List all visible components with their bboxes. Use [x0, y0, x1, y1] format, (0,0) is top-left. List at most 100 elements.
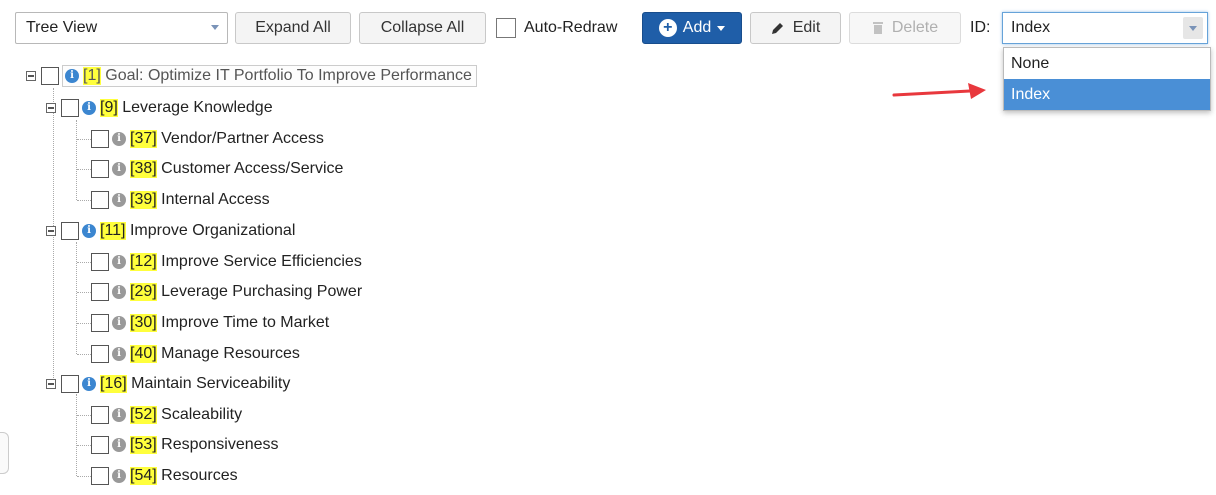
collapse-all-button[interactable]: Collapse All	[359, 12, 486, 44]
node-label: Scaleability	[161, 406, 243, 423]
node-label: Goal: Optimize IT Portfolio To Improve P…	[105, 67, 472, 84]
id-select-button[interactable]	[1183, 17, 1203, 39]
tree-node-leaf[interactable]: i [39] Internal Access	[91, 188, 270, 212]
info-icon[interactable]: i	[112, 255, 126, 269]
tree-node-root[interactable]: i [1] Goal: Optimize IT Portfolio To Imp…	[26, 64, 477, 88]
collapse-icon[interactable]	[46, 103, 56, 113]
tree-connector	[77, 445, 91, 446]
info-icon[interactable]: i	[112, 408, 126, 422]
delete-button[interactable]: Delete	[849, 12, 961, 44]
info-icon[interactable]: i	[112, 132, 126, 146]
node-checkbox[interactable]	[91, 436, 109, 454]
node-id: [11]	[100, 222, 126, 240]
info-icon[interactable]: i	[82, 377, 96, 391]
node-label: Improve Service Efficiencies	[161, 253, 362, 270]
caret-down-icon	[717, 25, 726, 31]
info-icon[interactable]: i	[112, 162, 126, 176]
pencil-icon	[771, 23, 783, 34]
collapse-icon[interactable]	[46, 379, 56, 389]
tree-node-leaf[interactable]: i [37] Vendor/Partner Access	[91, 127, 324, 151]
view-select-value: Tree View	[26, 19, 98, 36]
add-label: Add	[682, 19, 712, 36]
node-checkbox[interactable]	[91, 160, 109, 178]
node-id: [9]	[100, 99, 118, 117]
tree-node-leaf[interactable]: i [30] Improve Time to Market	[91, 311, 329, 335]
tree-node-leaf[interactable]: i [29] Leverage Purchasing Power	[91, 280, 362, 304]
node-checkbox[interactable]	[91, 406, 109, 424]
delete-label: Delete	[891, 19, 939, 36]
tree-node-leaf[interactable]: i [54] Resources	[91, 464, 238, 488]
trash-icon	[872, 22, 883, 34]
edit-button[interactable]: Edit	[750, 12, 841, 44]
chevron-down-icon	[1189, 26, 1197, 31]
id-select-value: Index	[1011, 19, 1051, 36]
node-checkbox[interactable]	[61, 99, 79, 117]
node-checkbox[interactable]	[91, 191, 109, 209]
edit-label: Edit	[792, 19, 821, 36]
tree-connector	[76, 394, 77, 476]
collapse-all-label: Collapse All	[380, 19, 465, 36]
collapse-icon[interactable]	[26, 71, 36, 81]
arrow-icon	[892, 83, 986, 99]
info-icon[interactable]: i	[112, 193, 126, 207]
node-id: [53]	[130, 436, 157, 454]
add-button[interactable]: + Add	[642, 12, 742, 44]
tree-node-group[interactable]: i [11] Improve Organizational	[46, 219, 295, 243]
node-checkbox[interactable]	[91, 253, 109, 271]
node-label: Internal Access	[161, 191, 270, 208]
node-checkbox[interactable]	[91, 467, 109, 485]
info-icon[interactable]: i	[112, 285, 126, 299]
tree-node-leaf[interactable]: i [52] Scaleability	[91, 403, 242, 427]
node-label: Customer Access/Service	[161, 160, 344, 177]
auto-redraw-label: Auto-Redraw	[524, 19, 618, 36]
node-label: Responsiveness	[161, 436, 279, 453]
node-id: [16]	[100, 375, 127, 393]
node-checkbox[interactable]	[91, 130, 109, 148]
node-checkbox[interactable]	[91, 314, 109, 332]
info-icon[interactable]: i	[65, 69, 79, 83]
info-icon[interactable]: i	[112, 347, 126, 361]
id-label: ID:	[970, 19, 991, 36]
node-id: [40]	[130, 345, 157, 363]
side-panel-handle[interactable]	[0, 432, 9, 474]
tree-connector	[77, 354, 91, 355]
info-icon[interactable]: i	[112, 316, 126, 330]
view-select[interactable]: Tree View	[15, 12, 228, 44]
node-checkbox[interactable]	[61, 222, 79, 240]
node-checkbox[interactable]	[61, 375, 79, 393]
node-label: Improve Organizational	[129, 222, 296, 239]
tree-node-group[interactable]: i [9] Leverage Knowledge	[46, 96, 273, 120]
info-icon[interactable]: i	[112, 438, 126, 452]
tree-connector	[77, 476, 91, 477]
node-label: Manage Resources	[161, 345, 300, 362]
node-checkbox[interactable]	[91, 283, 109, 301]
tree-connector	[76, 120, 77, 200]
auto-redraw-checkbox[interactable]	[496, 18, 516, 38]
id-option-none[interactable]: None	[1004, 48, 1210, 79]
info-icon[interactable]: i	[82, 101, 96, 115]
expand-all-button[interactable]: Expand All	[235, 12, 351, 44]
auto-redraw-toggle[interactable]: Auto-Redraw	[496, 12, 636, 44]
tree-node-leaf[interactable]: i [38] Customer Access/Service	[91, 157, 343, 181]
id-option-index[interactable]: Index	[1004, 79, 1210, 110]
node-checkbox[interactable]	[91, 345, 109, 363]
collapse-icon[interactable]	[46, 226, 56, 236]
tree-connector	[77, 415, 91, 416]
tree-node-group[interactable]: i [16] Maintain Serviceability	[46, 372, 290, 396]
node-id: [1]	[83, 67, 101, 85]
expand-all-label: Expand All	[255, 19, 331, 36]
tree-node-leaf[interactable]: i [53] Responsiveness	[91, 433, 279, 457]
tree-node-leaf[interactable]: i [12] Improve Service Efficiencies	[91, 250, 362, 274]
id-dropdown-menu: None Index	[1003, 47, 1211, 111]
root-node-label-box[interactable]: i [1] Goal: Optimize IT Portfolio To Imp…	[62, 65, 477, 87]
id-select[interactable]: Index	[1002, 12, 1208, 44]
tree-connector	[77, 292, 91, 293]
tree-node-leaf[interactable]: i [40] Manage Resources	[91, 342, 300, 366]
info-icon[interactable]: i	[112, 469, 126, 483]
node-checkbox[interactable]	[41, 67, 59, 85]
node-id: [29]	[130, 283, 157, 301]
info-icon[interactable]: i	[82, 224, 96, 238]
tree-connector	[76, 242, 77, 354]
tree-connector	[77, 262, 91, 263]
tree-connector	[77, 323, 91, 324]
